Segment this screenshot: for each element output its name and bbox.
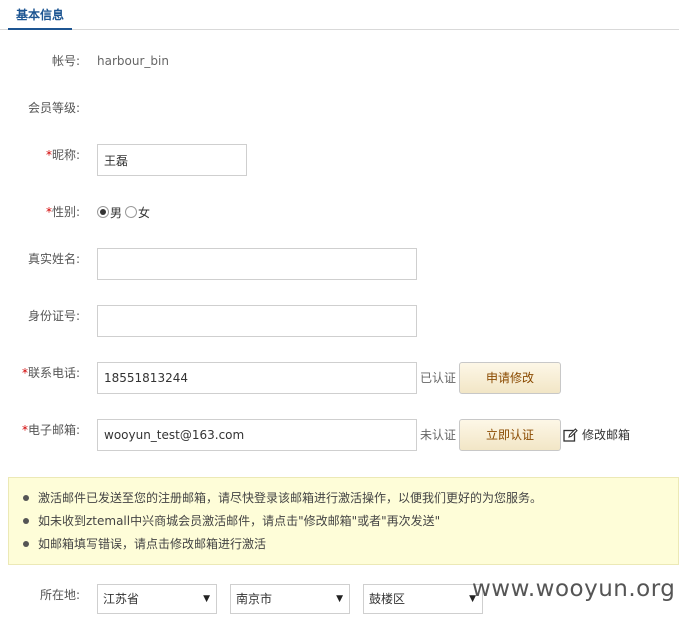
city-select[interactable]: 南京市 ▼ [230, 584, 350, 614]
nickname-input[interactable] [97, 144, 247, 176]
notice-box: 激活邮件已发送至您的注册邮箱，请尽快登录该邮箱进行激活操作，以便我们更好的为您服… [8, 477, 679, 565]
gender-label: *性别: [45, 205, 80, 219]
edit-icon [563, 428, 578, 442]
notice-item: 激活邮件已发送至您的注册邮箱，请尽快登录该邮箱进行激活操作，以便我们更好的为您服… [23, 490, 542, 513]
account-value: harbour_bin [97, 54, 169, 68]
district-value: 鼓楼区 [369, 592, 406, 606]
gender-female-label: 女 [138, 205, 151, 220]
notice-item: 如未收到ztemall中兴商城会员激活邮件，请点击"修改邮箱"或者"再次发送" [23, 513, 542, 536]
member-level-row: 会员等级: [0, 92, 679, 124]
city-value: 南京市 [236, 592, 273, 606]
province-select[interactable]: 江苏省 ▼ [97, 584, 217, 614]
watermark: www.wooyun.org [472, 576, 676, 602]
phone-label: *联系电话: [21, 366, 80, 380]
email-input[interactable] [97, 419, 417, 451]
gender-male-label: 男 [110, 205, 123, 220]
bullet-icon [23, 517, 29, 524]
account-row: 帐号: harbour_bin [0, 45, 679, 77]
idcard-label: 身份证号: [27, 309, 80, 323]
notice-item: 如邮箱填写错误，请点击修改邮箱进行激活 [23, 536, 542, 559]
province-value: 江苏省 [103, 592, 140, 606]
idcard-row: 身份证号: [0, 305, 679, 337]
dropdown-arrow-icon: ▼ [336, 594, 343, 604]
location-label: 所在地: [39, 588, 80, 602]
bullet-icon [23, 494, 29, 501]
member-level-label: 会员等级: [27, 101, 80, 115]
email-label: *电子邮箱: [21, 423, 80, 437]
realname-label: 真实姓名: [27, 252, 80, 266]
email-status: 未认证 [420, 428, 457, 442]
notice-list: 激活邮件已发送至您的注册邮箱，请尽快登录该邮箱进行激活操作，以便我们更好的为您服… [23, 490, 542, 559]
tab-bar: 基本信息 [0, 0, 679, 30]
tab-basic-info[interactable]: 基本信息 [8, 6, 73, 30]
idcard-input[interactable] [97, 305, 417, 337]
realname-input[interactable] [97, 248, 417, 280]
gender-row: *性别: 男 女 [0, 196, 679, 228]
email-row: *电子邮箱: 未认证 立即认证 修改邮箱 [0, 419, 679, 451]
gender-male-radio[interactable] [97, 206, 109, 218]
bullet-icon [23, 540, 29, 547]
request-change-button[interactable]: 申请修改 [459, 362, 561, 394]
district-select[interactable]: 鼓楼区 ▼ [363, 584, 483, 614]
gender-radio-group: 男 女 [97, 196, 153, 228]
phone-status: 已认证 [420, 371, 457, 385]
verify-now-button[interactable]: 立即认证 [459, 419, 561, 451]
realname-row: 真实姓名: [0, 248, 679, 280]
edit-email-label: 修改邮箱 [582, 428, 631, 442]
phone-input[interactable] [97, 362, 417, 394]
gender-female-radio[interactable] [125, 206, 138, 218]
nickname-label: *昵称: [45, 148, 80, 162]
dropdown-arrow-icon: ▼ [203, 594, 210, 604]
account-label: 帐号: [51, 54, 80, 68]
edit-email-link[interactable]: 修改邮箱 [563, 419, 630, 451]
phone-row: *联系电话: 已认证 申请修改 [0, 362, 679, 394]
nickname-row: *昵称: [0, 144, 679, 176]
